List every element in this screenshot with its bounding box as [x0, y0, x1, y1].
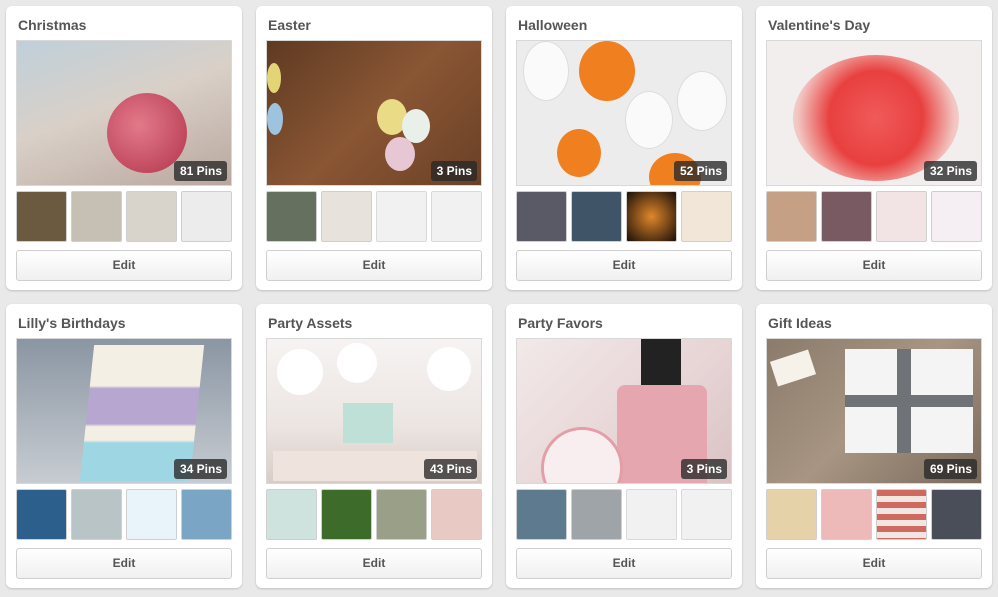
tag-shape	[541, 427, 623, 483]
pin-count-badge: 52 Pins	[673, 161, 727, 181]
thumbnail-image[interactable]	[766, 191, 817, 242]
board-card-party-assets[interactable]: Party Assets 43 Pins Edit	[256, 304, 492, 588]
thumbnail-image[interactable]	[931, 489, 982, 540]
thumbnail-image[interactable]	[71, 489, 122, 540]
ghost-balloon-shape	[523, 41, 569, 101]
thumbnail-placeholder	[626, 489, 677, 540]
thumbnail-image[interactable]	[266, 489, 317, 540]
board-title[interactable]: Halloween	[518, 17, 587, 33]
thumbnail-image[interactable]	[266, 191, 317, 242]
board-title[interactable]: Easter	[268, 17, 311, 33]
balloon-shape	[427, 347, 471, 391]
board-cover-image[interactable]: 81 Pins	[16, 40, 232, 186]
edit-button[interactable]: Edit	[16, 250, 232, 281]
egg-shape	[385, 137, 415, 171]
board-card-party-favors[interactable]: Party Favors 3 Pins Edit	[506, 304, 742, 588]
thumbnail-image[interactable]	[516, 191, 567, 242]
pin-count-badge: 69 Pins	[923, 459, 977, 479]
board-card-christmas[interactable]: Christmas 81 Pins Edit	[6, 6, 242, 290]
board-thumbnails	[516, 489, 732, 540]
board-cover-image[interactable]: 32 Pins	[766, 40, 982, 186]
board-title[interactable]: Gift Ideas	[768, 315, 832, 331]
polish-cap-shape	[641, 339, 681, 385]
pin-count-badge: 32 Pins	[923, 161, 977, 181]
board-card-gift-ideas[interactable]: Gift Ideas 69 Pins Edit	[756, 304, 992, 588]
board-thumbnails	[16, 489, 232, 540]
thumbnail-placeholder	[681, 489, 732, 540]
thumbnail-image[interactable]	[821, 191, 872, 242]
thumbnail-image[interactable]	[571, 191, 622, 242]
thumbnail-image[interactable]	[376, 489, 427, 540]
pin-count-badge: 43 Pins	[423, 459, 477, 479]
egg-shape	[267, 103, 283, 135]
edit-button[interactable]: Edit	[766, 548, 982, 579]
board-title[interactable]: Lilly's Birthdays	[18, 315, 126, 331]
edit-button[interactable]: Edit	[266, 250, 482, 281]
pin-count-badge: 34 Pins	[173, 459, 227, 479]
edit-button[interactable]: Edit	[766, 250, 982, 281]
board-thumbnails	[516, 191, 732, 242]
board-thumbnails	[766, 191, 982, 242]
board-thumbnails	[266, 489, 482, 540]
board-card-easter[interactable]: Easter 3 Pins Edit	[256, 6, 492, 290]
board-cover-image[interactable]: 3 Pins	[516, 338, 732, 484]
board-cover-image[interactable]: 43 Pins	[266, 338, 482, 484]
thumbnail-image[interactable]	[516, 489, 567, 540]
pin-count-badge: 3 Pins	[430, 161, 477, 181]
thumbnail-image[interactable]	[931, 191, 982, 242]
thumbnail-image[interactable]	[321, 489, 372, 540]
thumbnail-image[interactable]	[71, 191, 122, 242]
thumbnail-image[interactable]	[571, 489, 622, 540]
thumbnail-image[interactable]	[681, 191, 732, 242]
board-cover-image[interactable]: 34 Pins	[16, 338, 232, 484]
thumbnail-image[interactable]	[876, 191, 927, 242]
cake-shape	[343, 403, 393, 443]
pin-count-badge: 81 Pins	[173, 161, 227, 181]
board-thumbnails	[266, 191, 482, 242]
board-cover-image[interactable]: 69 Pins	[766, 338, 982, 484]
balloon-shape	[277, 349, 323, 395]
edit-button[interactable]: Edit	[516, 250, 732, 281]
edit-button[interactable]: Edit	[266, 548, 482, 579]
thumbnail-image[interactable]	[431, 489, 482, 540]
pin-count-badge: 3 Pins	[680, 459, 727, 479]
board-cover-image[interactable]: 52 Pins	[516, 40, 732, 186]
thumbnail-image[interactable]	[181, 191, 232, 242]
pumpkin-balloon-shape	[579, 41, 635, 101]
thumbnail-image[interactable]	[821, 489, 872, 540]
board-title[interactable]: Party Assets	[268, 315, 352, 331]
board-title[interactable]: Christmas	[18, 17, 86, 33]
gift-tag-shape	[769, 349, 817, 387]
board-card-lillys-birthdays[interactable]: Lilly's Birthdays 34 Pins Edit	[6, 304, 242, 588]
pumpkin-balloon-shape	[557, 129, 601, 177]
ribbon-shape	[845, 395, 973, 407]
edit-button[interactable]: Edit	[16, 548, 232, 579]
ghost-balloon-shape	[625, 91, 673, 149]
board-card-valentines-day[interactable]: Valentine's Day 32 Pins Edit	[756, 6, 992, 290]
thumbnail-image[interactable]	[626, 191, 677, 242]
board-thumbnails	[16, 191, 232, 242]
thumbnail-placeholder	[376, 191, 427, 242]
thumbnail-image[interactable]	[766, 489, 817, 540]
board-card-halloween[interactable]: Halloween 52 Pins Edit	[506, 6, 742, 290]
egg-shape	[267, 63, 281, 93]
thumbnail-image[interactable]	[126, 489, 177, 540]
thumbnail-image[interactable]	[876, 489, 927, 540]
thumbnail-image[interactable]	[16, 489, 67, 540]
balloon-shape	[337, 343, 377, 383]
edit-button[interactable]: Edit	[516, 548, 732, 579]
thumbnail-image[interactable]	[16, 191, 67, 242]
board-cover-image[interactable]: 3 Pins	[266, 40, 482, 186]
thumbnail-image[interactable]	[321, 191, 372, 242]
thumbnail-image[interactable]	[181, 489, 232, 540]
ghost-balloon-shape	[677, 71, 727, 131]
thumbnail-image[interactable]	[126, 191, 177, 242]
board-thumbnails	[766, 489, 982, 540]
board-title[interactable]: Party Favors	[518, 315, 603, 331]
board-title[interactable]: Valentine's Day	[768, 17, 870, 33]
thumbnail-placeholder	[431, 191, 482, 242]
